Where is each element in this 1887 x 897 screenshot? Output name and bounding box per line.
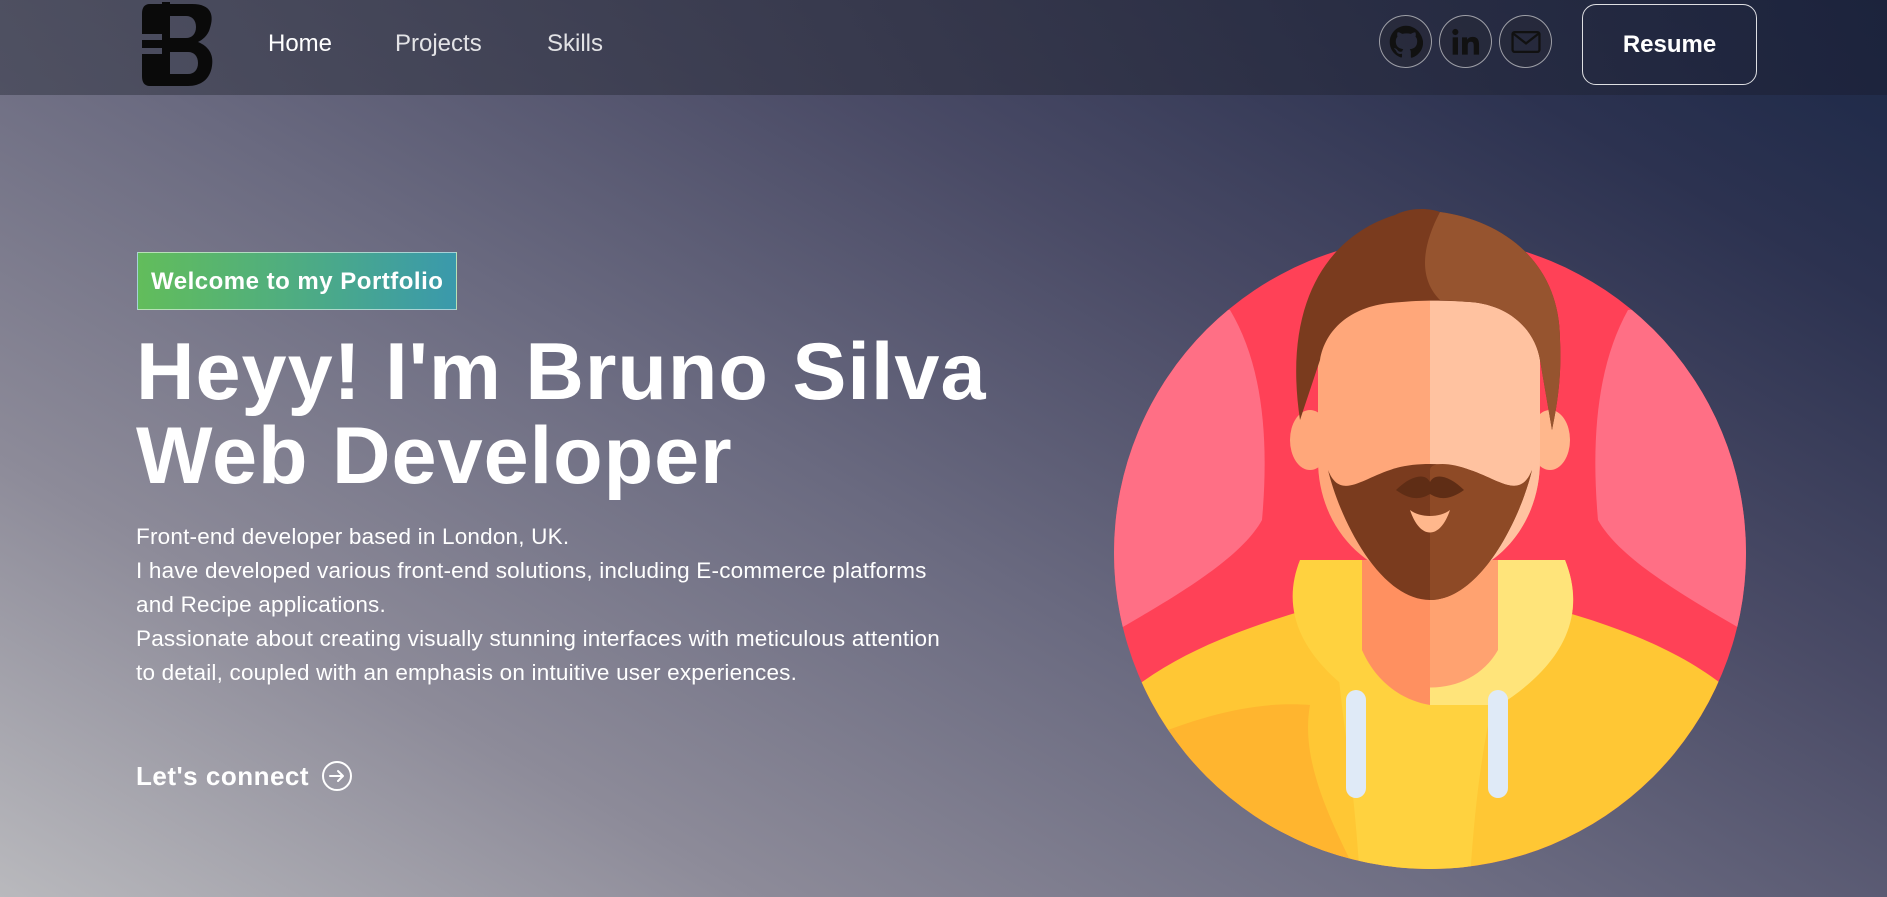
lets-connect-label: Let's connect [136, 760, 310, 791]
mail-icon [1510, 30, 1541, 53]
intro-paragraph-2: I have developed various front-end solut… [136, 558, 927, 617]
headline-line-1: Heyy! I'm Bruno Silva [136, 327, 987, 417]
navbar: Home Projects Skills Resume [0, 0, 1887, 95]
intro-paragraph-3: Passionate about creating visually stunn… [136, 626, 940, 685]
bs-logo-icon[interactable] [140, 2, 214, 86]
linkedin-icon [1451, 28, 1479, 55]
headline-line-2: Web Developer [136, 411, 733, 501]
nav-link-projects[interactable]: Projects [395, 30, 482, 58]
linkedin-button[interactable] [1439, 15, 1492, 68]
intro-text: Front-end developer based in London, UK.… [136, 520, 1036, 690]
intro-paragraph-1: Front-end developer based in London, UK. [136, 524, 570, 549]
welcome-badge: Welcome to my Portfolio [137, 252, 458, 310]
bearded-man-avatar [1114, 208, 1746, 869]
arrow-right-circle-icon [322, 761, 353, 791]
nav-link-skills[interactable]: Skills [547, 30, 603, 58]
github-button[interactable] [1379, 15, 1432, 68]
mail-button[interactable] [1499, 15, 1552, 68]
hero-headline: Heyy! I'm Bruno Silva Web Developer [136, 330, 987, 498]
nav-link-home[interactable]: Home [268, 30, 332, 58]
github-icon [1389, 25, 1423, 58]
resume-button[interactable]: Resume [1582, 4, 1757, 85]
lets-connect-button[interactable]: Let's connect [136, 760, 353, 792]
